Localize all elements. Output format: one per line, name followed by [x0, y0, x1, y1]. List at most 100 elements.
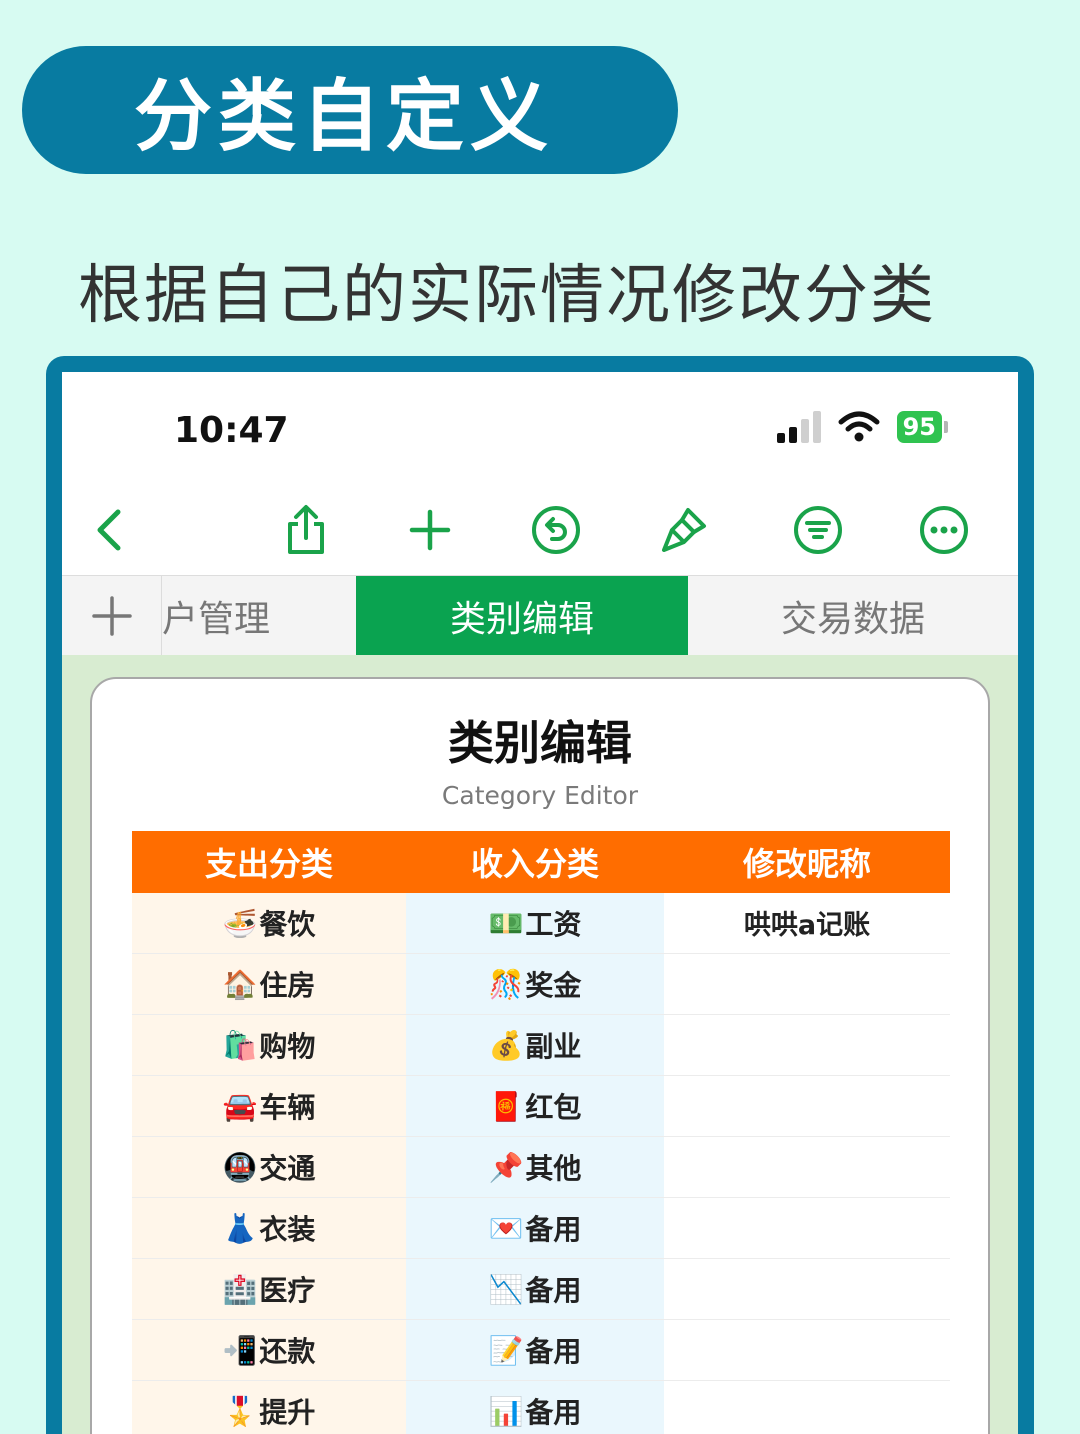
- column-header-income: 收入分类: [470, 845, 599, 883]
- phone-screen: 10:47 95 户管理 类别编辑 交易数据 类别编辑 Category Edi…: [62, 372, 1018, 1434]
- income-category-icon: 💰: [488, 1028, 524, 1062]
- expense-category-icon: 🎖️: [222, 1394, 258, 1428]
- income-category-cell[interactable]: 🧧 红包: [406, 1076, 664, 1136]
- table-body: 🍜 餐饮 💵 工资 哄哄a记账 🏠 住房 🎊 奖金 🛍️ 购物 💰 副业 🚘 车辆 🧧 红包 🚇 交通 📌 其他 👗 衣装 💌…: [132, 893, 950, 1434]
- expense-category-cell[interactable]: 📲 还款: [132, 1320, 406, 1380]
- back-icon[interactable]: [84, 502, 140, 558]
- income-category-cell[interactable]: 📌 其他: [406, 1137, 664, 1197]
- income-category-icon: 📉: [488, 1272, 524, 1306]
- sheet-canvas: 类别编辑 Category Editor 支出分类 收入分类 修改昵称 🍜 餐饮 💵…: [62, 655, 1018, 1434]
- income-category-icon: 💵: [488, 906, 524, 940]
- cellular-signal-icon: [776, 411, 821, 443]
- income-category-label: 备用: [525, 1396, 582, 1429]
- expense-category-icon: 🏥: [222, 1272, 258, 1306]
- income-category-label: 备用: [525, 1335, 582, 1368]
- expense-category-cell[interactable]: 🛍️ 购物: [132, 1015, 406, 1075]
- add-icon[interactable]: [402, 502, 458, 558]
- expense-category-label: 医疗: [259, 1274, 316, 1307]
- income-category-label: 备用: [525, 1274, 582, 1307]
- expense-category-label: 交通: [259, 1152, 316, 1185]
- nickname-cell[interactable]: [664, 1198, 950, 1258]
- toolbar: [62, 492, 1018, 572]
- income-category-label: 副业: [525, 1030, 582, 1063]
- wifi-icon: [838, 411, 880, 442]
- expense-category-cell[interactable]: 🚇 交通: [132, 1137, 406, 1197]
- expense-category-cell[interactable]: 🏥 医疗: [132, 1259, 406, 1319]
- page-title: 分类自定义: [134, 72, 555, 162]
- status-indicators: 95: [776, 410, 948, 444]
- table-row: 🏠 住房 🎊 奖金: [132, 954, 950, 1015]
- plus-icon: [91, 596, 132, 636]
- income-category-label: 备用: [525, 1213, 582, 1246]
- table-row: 📲 还款 📝 备用: [132, 1320, 950, 1381]
- income-category-cell[interactable]: 📊 备用: [406, 1381, 664, 1434]
- category-table: 支出分类 收入分类 修改昵称 🍜 餐饮 💵 工资 哄哄a记账 🏠 住房 🎊 奖金 🛍️ 购物 💰 副业 🚘…: [132, 831, 950, 1434]
- tab-account-management[interactable]: 户管理: [162, 576, 356, 656]
- income-category-icon: 📝: [488, 1333, 524, 1367]
- filter-icon[interactable]: [790, 502, 846, 558]
- expense-category-icon: 🍜: [222, 906, 258, 940]
- table-row: 🍜 餐饮 💵 工资 哄哄a记账: [132, 893, 950, 954]
- title-banner: 分类自定义: [22, 46, 678, 174]
- expense-category-icon: 👗: [222, 1211, 258, 1245]
- nickname-cell[interactable]: [664, 1381, 950, 1434]
- income-category-label: 其他: [525, 1152, 582, 1185]
- expense-category-icon: 🛍️: [222, 1028, 258, 1062]
- income-category-label: 工资: [525, 908, 582, 941]
- expense-category-label: 餐饮: [259, 908, 316, 941]
- share-icon[interactable]: [278, 502, 334, 558]
- income-category-icon: 💌: [488, 1211, 524, 1245]
- income-category-label: 奖金: [525, 969, 582, 1002]
- nickname-cell[interactable]: [664, 1015, 950, 1075]
- table-row: 🛍️ 购物 💰 副业: [132, 1015, 950, 1076]
- expense-category-cell[interactable]: 👗 衣装: [132, 1198, 406, 1258]
- battery-icon: 95: [896, 411, 948, 443]
- table-row: 🎖️ 提升 📊 备用: [132, 1381, 950, 1434]
- expense-category-icon: 📲: [222, 1333, 258, 1367]
- expense-category-icon: 🚘: [222, 1089, 258, 1123]
- sheet-title: 类别编辑: [448, 716, 632, 770]
- expense-category-label: 衣装: [259, 1213, 316, 1246]
- nickname-cell[interactable]: [664, 954, 950, 1014]
- battery-level: 95: [896, 411, 942, 443]
- sheet-subtitle: Category Editor: [441, 781, 639, 810]
- expense-category-cell[interactable]: 🏠 住房: [132, 954, 406, 1014]
- tab-transaction-data[interactable]: 交易数据: [688, 576, 1018, 656]
- table-row: 🏥 医疗 📉 备用: [132, 1259, 950, 1320]
- expense-category-label: 提升: [259, 1396, 316, 1429]
- tab-category-editor[interactable]: 类别编辑: [356, 576, 688, 656]
- page-subtitle: 根据自己的实际情况修改分类: [78, 259, 936, 333]
- add-sheet-button[interactable]: [62, 576, 162, 656]
- income-category-cell[interactable]: 💰 副业: [406, 1015, 664, 1075]
- expense-category-label: 车辆: [259, 1091, 316, 1124]
- sheet-tabs: 户管理 类别编辑 交易数据: [62, 575, 1018, 656]
- expense-category-icon: 🏠: [222, 967, 258, 1001]
- table-row: 👗 衣装 💌 备用: [132, 1198, 950, 1259]
- table-row: 🚘 车辆 🧧 红包: [132, 1076, 950, 1137]
- income-category-icon: 📊: [488, 1394, 524, 1428]
- nickname-cell[interactable]: 哄哄a记账: [664, 893, 950, 953]
- more-icon[interactable]: [916, 502, 972, 558]
- income-category-cell[interactable]: 🎊 奖金: [406, 954, 664, 1014]
- income-category-cell[interactable]: 📉 备用: [406, 1259, 664, 1319]
- nickname-cell[interactable]: [664, 1259, 950, 1319]
- expense-category-label: 住房: [259, 969, 316, 1002]
- brush-icon[interactable]: [658, 502, 714, 558]
- table-header: 支出分类 收入分类 修改昵称: [132, 831, 950, 893]
- income-category-icon: 🧧: [488, 1089, 524, 1123]
- nickname-cell[interactable]: [664, 1320, 950, 1380]
- expense-category-cell[interactable]: 🍜 餐饮: [132, 893, 406, 953]
- undo-icon[interactable]: [528, 502, 584, 558]
- income-category-cell[interactable]: 💌 备用: [406, 1198, 664, 1258]
- income-category-icon: 📌: [488, 1150, 524, 1184]
- expense-category-cell[interactable]: 🚘 车辆: [132, 1076, 406, 1136]
- income-category-cell[interactable]: 📝 备用: [406, 1320, 664, 1380]
- expense-category-icon: 🚇: [222, 1150, 258, 1184]
- status-time: 10:47: [174, 410, 289, 451]
- nickname-cell[interactable]: [664, 1137, 950, 1197]
- column-header-nickname: 修改昵称: [742, 845, 871, 883]
- expense-category-cell[interactable]: 🎖️ 提升: [132, 1381, 406, 1434]
- income-category-cell[interactable]: 💵 工资: [406, 893, 664, 953]
- nickname-cell[interactable]: [664, 1076, 950, 1136]
- expense-category-label: 购物: [259, 1030, 316, 1063]
